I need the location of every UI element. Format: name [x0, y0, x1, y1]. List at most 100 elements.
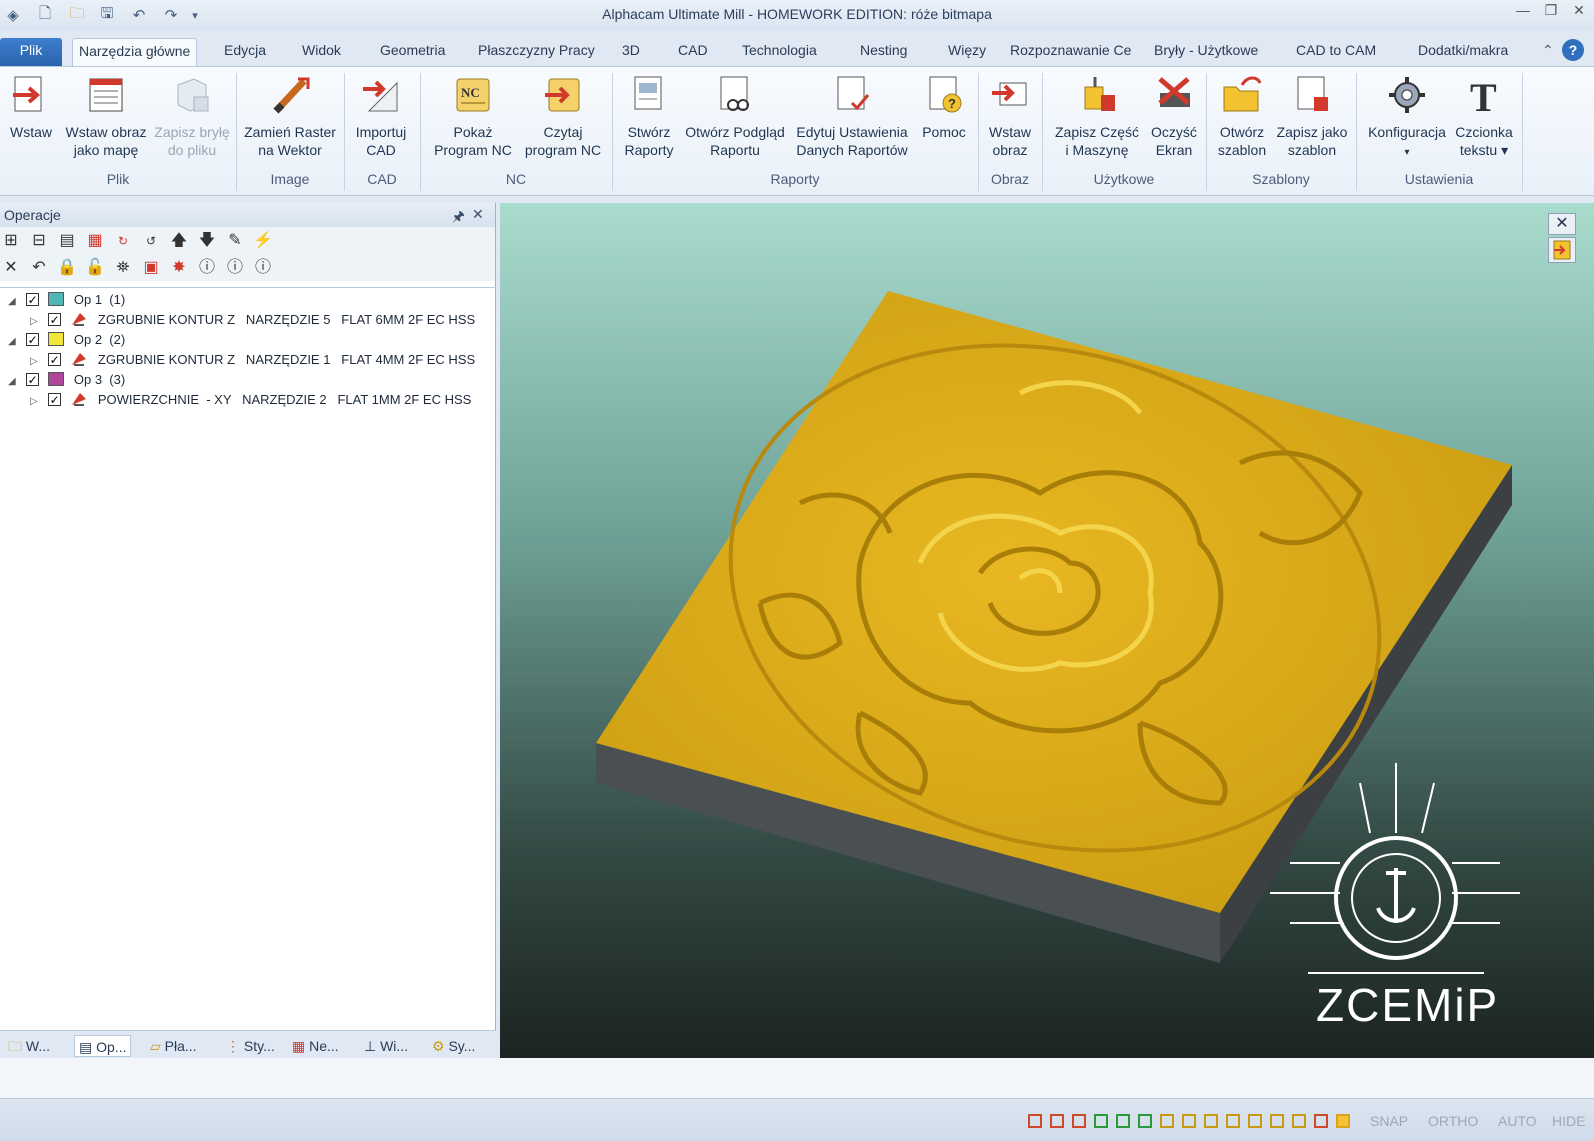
renumber-icon[interactable]: ↻ [112, 230, 134, 252]
checkbox[interactable] [47, 310, 61, 330]
tab-technologia[interactable]: Technologia [736, 38, 823, 66]
tab-system[interactable]: ⚙ Sy... [432, 1035, 475, 1057]
wstaw-obraz-jako-mape-button[interactable]: Wstaw obraz jako mapę [60, 73, 152, 159]
color-square-icon[interactable] [1336, 1114, 1350, 1128]
tree-op2[interactable]: ◢ Op 2 (2) [8, 330, 125, 350]
konfiguracja-button[interactable]: Konfiguracja ▾ [1362, 73, 1452, 162]
number-icon[interactable]: ▣ [140, 257, 162, 279]
minimize-button[interactable]: — [1510, 2, 1536, 24]
expand-arrow-icon[interactable]: ▷ [30, 312, 44, 332]
tab-operations[interactable]: ▤ Op... [74, 1035, 132, 1057]
cube-view-icon[interactable] [1292, 1114, 1306, 1128]
checkbox[interactable] [47, 390, 61, 410]
edytuj-ustawienia-raportow-button[interactable]: Edytuj Ustawienia Danych Raportów [790, 73, 914, 159]
collapse-arrow-icon[interactable]: ◢ [8, 332, 22, 352]
view-front-icon[interactable] [1050, 1114, 1064, 1128]
cube-view-icon[interactable] [1182, 1114, 1196, 1128]
expand-all-icon[interactable]: ⊞ [0, 230, 22, 252]
view-tool-icon[interactable] [1548, 237, 1576, 263]
tab-dodatki-makra[interactable]: Dodatki/makra [1412, 38, 1514, 66]
hide-status[interactable]: HIDE [1552, 1113, 1585, 1129]
cube-view-icon[interactable] [1226, 1114, 1240, 1128]
3d-viewport[interactable]: ZCEMiP ✕ [500, 203, 1594, 1058]
ortho-status[interactable]: ORTHO [1428, 1113, 1478, 1129]
close-view-button[interactable]: ✕ [1548, 213, 1576, 235]
collapse-arrow-icon[interactable]: ◢ [8, 292, 22, 312]
czcionka-tekstu-button[interactable]: T Czcionka tekstu ▾ [1452, 73, 1516, 159]
pokaz-program-nc-button[interactable]: NC Pokaż Program NC [428, 73, 518, 159]
expand-arrow-icon[interactable]: ▷ [30, 352, 44, 372]
undo-icon[interactable]: ↶ [28, 257, 50, 279]
snap-status[interactable]: SNAP [1370, 1113, 1408, 1129]
tab-widok[interactable]: Widok [296, 38, 347, 66]
help-icon[interactable]: ? [1562, 39, 1584, 61]
lightning-icon[interactable]: ⚡ [252, 230, 274, 252]
view-top-icon[interactable] [1072, 1114, 1086, 1128]
importuj-cad-button[interactable]: Importuj CAD [350, 73, 412, 159]
tab-edycja[interactable]: Edycja [218, 38, 272, 66]
restore-button[interactable]: ❐ [1538, 2, 1564, 24]
checkbox[interactable] [47, 350, 61, 370]
arrow-up-icon[interactable]: 🡅 [168, 230, 190, 252]
info-icon[interactable]: ⓘ [196, 257, 218, 279]
tab-cad[interactable]: CAD [672, 38, 714, 66]
tab-rozpoznawanie[interactable]: Rozpoznawanie Ce [1004, 38, 1136, 66]
collapse-all-icon[interactable]: ⊟ [28, 230, 50, 252]
zapisz-bryle-button[interactable]: Zapisz bryłę do pliku [150, 73, 234, 159]
renumber-tools-icon[interactable]: ↺ [140, 230, 162, 252]
info-list-icon[interactable]: ⓘ [224, 257, 246, 279]
tree-op1-tool[interactable]: ▷ ZGRUBNIE KONTUR Z NARZĘDZIE 5 FLAT 6MM… [30, 310, 475, 330]
axis-red-icon[interactable] [1314, 1114, 1328, 1128]
tab-planes[interactable]: ▱ Pła... [150, 1035, 197, 1057]
zapisz-jako-szablon-button[interactable]: Zapisz jako szablon [1274, 73, 1350, 159]
delete-icon[interactable]: ✕ [0, 257, 22, 279]
tab-3d[interactable]: 3D [616, 38, 646, 66]
otworz-podglad-raportu-button[interactable]: Otwórz Podgląd Raportu [682, 73, 788, 159]
pencil-icon[interactable]: ✎ [224, 230, 246, 252]
tree-op3[interactable]: ◢ Op 3 (3) [8, 370, 125, 390]
collapse-ribbon-icon[interactable]: ⌃ [1536, 38, 1560, 66]
checkbox[interactable] [25, 370, 39, 390]
czytaj-program-nc-button[interactable]: Czytaj program NC [518, 73, 608, 159]
binoculars-icon[interactable]: ⛯ [112, 257, 134, 279]
tab-bryly-uzytkowe[interactable]: Bryły - Użytkowe [1148, 38, 1264, 66]
axis-icon[interactable] [1116, 1114, 1130, 1128]
checkbox[interactable] [25, 330, 39, 350]
stworz-raporty-button[interactable]: Stwórz Raporty [616, 73, 682, 159]
zapisz-czesc-i-maszyne-button[interactable]: Zapisz Część i Maszynę [1050, 73, 1144, 159]
axis-icon[interactable] [1138, 1114, 1152, 1128]
info-tool-icon[interactable]: ⓘ [252, 257, 274, 279]
tab-geometria[interactable]: Geometria [374, 38, 451, 66]
otworz-szablon-button[interactable]: Otwórz szablon [1214, 73, 1270, 159]
axis-icon[interactable] [1094, 1114, 1108, 1128]
close-button[interactable]: ✕ [1566, 2, 1592, 24]
tab-narzedzia-glowne[interactable]: Narzędzia główne [72, 38, 198, 66]
close-panel-icon[interactable]: ✕ [472, 206, 484, 223]
properties-icon[interactable]: ▤ [56, 230, 78, 252]
tab-styles[interactable]: ⋮ Sty... [226, 1035, 275, 1057]
auto-status[interactable]: AUTO [1498, 1113, 1537, 1129]
explode-icon[interactable]: ✸ [168, 257, 190, 279]
pomoc-button[interactable]: ? Pomoc [916, 73, 972, 141]
tab-nesting[interactable]: ▦ Ne... [292, 1035, 339, 1057]
cube-view-icon[interactable] [1248, 1114, 1262, 1128]
checkbox[interactable] [25, 290, 39, 310]
arrow-down-icon[interactable]: 🡇 [196, 230, 218, 252]
cube-view-icon[interactable] [1270, 1114, 1284, 1128]
unlock-icon[interactable]: 🔓 [84, 257, 106, 279]
tab-plik[interactable]: Plik [0, 38, 62, 66]
tab-workspace[interactable]: 🗀 W... [8, 1035, 50, 1057]
oczysc-ekran-button[interactable]: Oczyść Ekran [1146, 73, 1202, 159]
zamien-raster-button[interactable]: Zamień Raster na Wektor [242, 73, 338, 159]
wstaw-obraz-button[interactable]: Wstaw obraz [984, 73, 1036, 159]
calendar-icon[interactable]: ▦ [84, 230, 106, 252]
tab-plaszczyzny-pracy[interactable]: Płaszczyzny Pracy [472, 38, 601, 66]
tab-wiezy[interactable]: Więzy [942, 38, 992, 66]
tab-nesting[interactable]: Nesting [854, 38, 913, 66]
tab-view[interactable]: ⊥ Wi... [364, 1035, 408, 1057]
tree-op3-tool[interactable]: ▷ POWIERZCHNIE - XY NARZĘDZIE 2 FLAT 1MM… [30, 390, 471, 410]
tree-op2-tool[interactable]: ▷ ZGRUBNIE KONTUR Z NARZĘDZIE 1 FLAT 4MM… [30, 350, 475, 370]
cube-view-icon[interactable] [1204, 1114, 1218, 1128]
lock-icon[interactable]: 🔒 [56, 257, 78, 279]
collapse-arrow-icon[interactable]: ◢ [8, 372, 22, 392]
